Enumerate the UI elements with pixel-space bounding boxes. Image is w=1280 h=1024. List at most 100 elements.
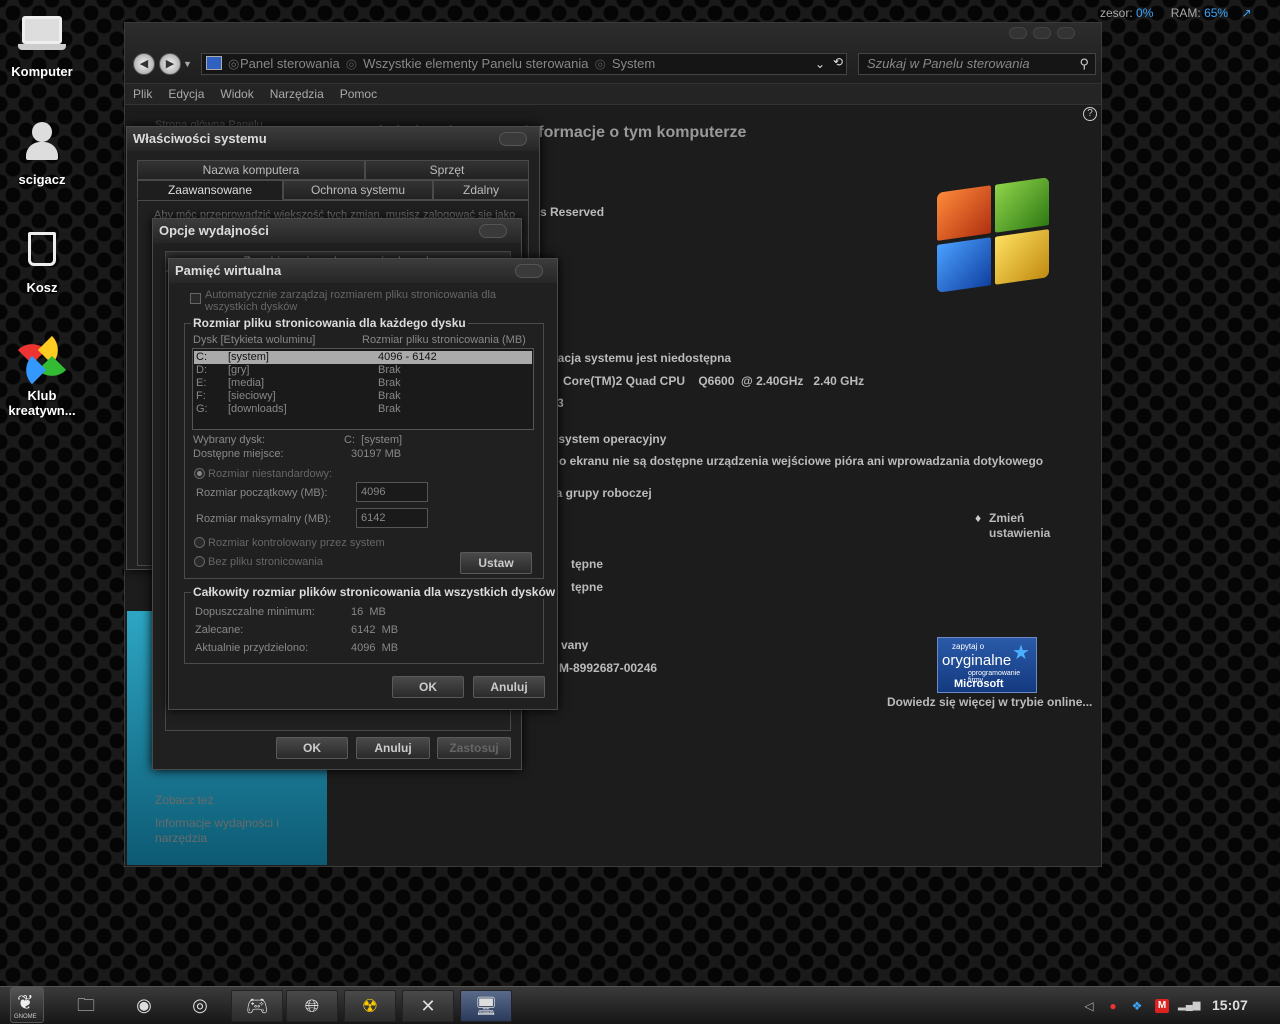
cpu-label: zesor: [1100,6,1133,20]
drive-size: 4096 - 6142 [378,351,437,363]
address-bar[interactable]: ◎ Panel sterowania ◎ Wszystkie elementy Pa… [201,53,847,75]
firefox-icon[interactable]: ◎ [174,990,226,1022]
no-paging-radio[interactable] [194,556,205,567]
tab-remote[interactable]: Zdalny [433,180,529,200]
genuine-microsoft-badge[interactable]: zapytaj o oryginalne oprogramowanie firm… [937,637,1037,693]
trash-icon [18,228,66,276]
set-button[interactable]: Ustaw [460,552,532,574]
breadcrumb-control-panel[interactable]: Panel sterowania [240,56,340,71]
file-manager-icon[interactable]: 🗀 [60,990,112,1022]
custom-size-radio[interactable] [194,468,205,479]
desktop-icon-trash[interactable]: Kosz [0,228,84,295]
games-icon[interactable]: 🎮︎ [231,990,283,1022]
signal-icon[interactable]: ▂▄▆ [1178,999,1200,1013]
initial-size-label: Rozmiar początkowy (MB): [196,487,328,499]
menu-view[interactable]: Widok [212,84,261,104]
info-workgroup: tępne [571,580,604,594]
clock[interactable]: 15:07 [1212,997,1248,1013]
web-browser-icon[interactable]: 🌐︎ [286,990,338,1022]
performance-info-link[interactable]: Informacje wydajności i narzędzia [155,816,305,846]
desktop-icon-computer[interactable]: Komputer [0,12,84,79]
list-item[interactable]: F: [sieciowy] Brak [194,390,532,403]
forward-button[interactable]: ▶ [159,53,181,75]
list-item[interactable]: E: [media] Brak [194,377,532,390]
list-item[interactable]: C: [system] 4096 - 6142 [194,351,532,364]
menu-file[interactable]: Plik [125,84,160,104]
list-item[interactable]: D: [gry] Brak [194,364,532,377]
refresh-icon[interactable]: ⟲ [833,55,843,69]
system-properties-taskbar-icon[interactable]: 🖥︎ [460,990,512,1022]
back-button[interactable]: ◀ [133,53,155,75]
badge-line-1: zapytaj o [952,642,985,651]
network-icon[interactable]: ● [1106,999,1120,1013]
max-size-input[interactable]: 6142 [356,508,428,528]
history-dropdown-icon[interactable]: ▼ [183,59,192,69]
per-drive-legend: Rozmiar pliku stronicowania dla każdego … [191,316,468,330]
start-button[interactable]: ❦ GNOME [10,987,44,1023]
dialog-title: Właściwości systemu [127,127,539,151]
desktop-icon-label: scigacz [18,172,66,187]
drive-letter: G: [196,403,208,415]
drive-letter: C: [196,351,207,363]
max-size-label: Rozmiar maksymalny (MB): [196,513,332,525]
dialog-close-button[interactable] [499,132,527,146]
tools-icon[interactable]: ✕ [402,990,454,1022]
info-processor: Core(TM)2 Quad CPU Q6600 @ 2.40GHz 2.40 … [563,374,865,388]
volume-icon[interactable]: ◁ [1082,999,1096,1013]
dialog-close-button[interactable] [479,224,507,238]
navigation-bar: ◀ ▶ ▼ ◎ Panel sterowania ◎ Wszystkie eleme… [125,23,1101,83]
address-dropdown-icon[interactable]: ⌄ [815,57,825,71]
dropbox-icon[interactable]: ❖ [1130,999,1144,1013]
desktop-icon-user[interactable]: scigacz [0,120,84,187]
free-space-label: Dostępne miejsce: [193,448,284,460]
maximize-button[interactable] [1033,27,1051,39]
system-managed-radio[interactable] [194,537,205,548]
drive-list[interactable]: C: [system] 4096 - 6142 D: [gry] Brak E: [med… [192,348,534,430]
initial-size-input[interactable]: 4096 [356,482,428,502]
media-player-icon[interactable]: ◉ [118,990,170,1022]
gnome-foot-icon: ❦ [17,992,34,1014]
menu-edit[interactable]: Edycja [160,84,212,104]
sysprops-apply-button[interactable]: Zastosuj [437,737,511,759]
recommended-label: Zalecane: [195,624,244,636]
breadcrumb-arrow-icon: ◎ [228,56,240,71]
auto-manage-checkbox[interactable] [190,293,201,304]
dialog-close-button[interactable] [515,264,543,278]
star-icon: ★ [1012,642,1030,664]
tab-system-protection[interactable]: Ochrona systemu [283,180,433,200]
search-placeholder: Szukaj w Panelu sterowania [867,56,1030,71]
minimize-button[interactable] [1009,27,1027,39]
sysprops-ok-button[interactable]: OK [276,737,348,759]
close-button[interactable] [1057,27,1075,39]
search-icon[interactable]: ⚲ [1079,54,1089,74]
selected-drive-label: Wybrany dysk: [193,434,266,446]
help-icon[interactable]: ? [1083,107,1097,121]
current-value: 4096 MB [351,642,399,654]
tab-hardware[interactable]: Sprzęt [365,160,529,180]
desktop-icon-creative-club[interactable]: Klub kreatywn... [0,335,84,418]
menu-tools[interactable]: Narzędzia [262,84,332,104]
mail-icon[interactable]: M [1155,999,1169,1013]
expand-arrow-icon[interactable]: ↗ [1241,6,1251,20]
tab-advanced[interactable]: Zaawansowane [137,180,283,200]
menu-help[interactable]: Pomoc [332,84,385,104]
search-input[interactable]: Szukaj w Panelu sterowania ⚲ [858,53,1096,75]
info-activated: vany [561,638,589,652]
taskbar: ❦ GNOME 🗀 ◉ ◎ 🎮︎ 🌐︎ ☢ ✕ 🖥︎ ◁ ● ❖ M ▂▄▆ 1… [0,986,1280,1024]
cancel-button[interactable]: Anuluj [473,676,545,698]
ok-button[interactable]: OK [392,676,464,698]
learn-more-link[interactable]: Dowiedz się więcej w trybie online... [887,695,1092,709]
column-drive: Dysk [Etykieta woluminu] [193,334,316,346]
radiation-icon[interactable]: ☢ [344,990,396,1022]
free-space-value: 30197 MB [351,448,402,460]
breadcrumb-all-items[interactable]: Wszystkie elementy Panelu sterowania [363,56,588,71]
sysprops-cancel-button[interactable]: Anuluj [356,737,430,759]
dialog-title: Opcje wydajności [153,219,521,243]
drive-label: [gry] [228,364,250,376]
see-also-heading: Zobacz też [155,793,214,807]
drive-letter: E: [196,377,207,389]
tab-computer-name[interactable]: Nazwa komputera [137,160,365,180]
list-item[interactable]: G: [downloads] Brak [194,403,532,416]
selected-drive-value: C: [system] [344,434,403,446]
breadcrumb-system[interactable]: System [612,56,655,71]
